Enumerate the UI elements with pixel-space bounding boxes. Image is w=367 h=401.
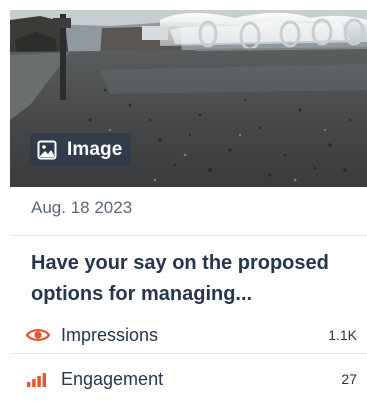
post-title[interactable]: Have your say on the proposed options fo… xyxy=(31,248,361,310)
metric-value: 1.1K xyxy=(328,327,357,343)
image-icon xyxy=(37,140,57,160)
media-type-badge: Image xyxy=(30,133,132,167)
metric-value: 27 xyxy=(341,371,357,387)
metric-impressions: Impressions 1.1K xyxy=(10,318,367,352)
metric-engagement: Engagement 27 xyxy=(10,362,367,396)
bar-chart-icon xyxy=(27,373,46,387)
post-card[interactable]: Image Aug. 18 2023 Have your say on the … xyxy=(10,10,367,401)
post-date: Aug. 18 2023 xyxy=(31,198,133,217)
post-thumbnail[interactable]: Image xyxy=(10,10,367,187)
metric-label: Engagement xyxy=(61,368,164,389)
divider xyxy=(10,353,367,354)
metric-label: Impressions xyxy=(61,324,159,345)
media-type-label: Image xyxy=(67,139,123,160)
divider xyxy=(10,235,367,236)
eye-icon xyxy=(25,329,51,341)
